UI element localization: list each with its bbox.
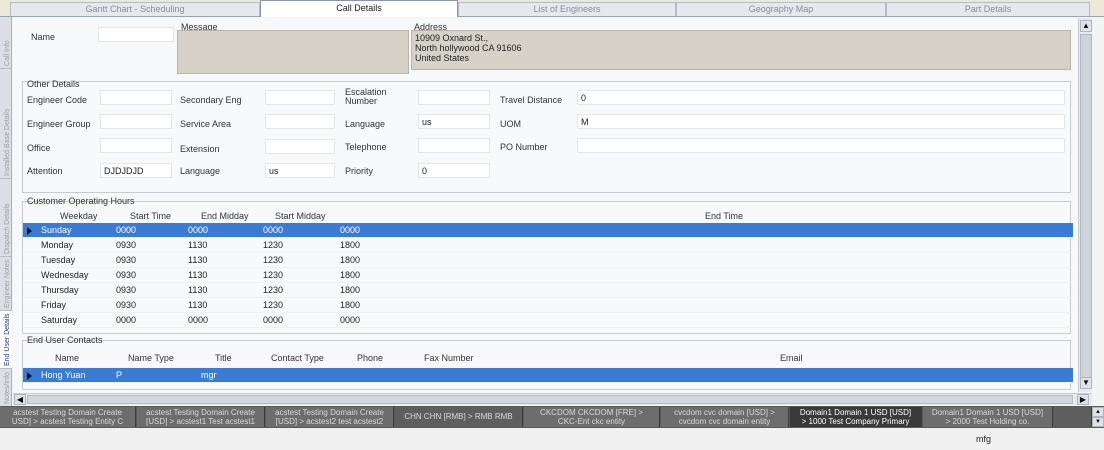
priority-field[interactable]: 0 <box>418 163 490 178</box>
domain-bar-spacer <box>1054 407 1092 427</box>
domain-scroll-up-icon[interactable]: ▲ <box>1092 407 1104 417</box>
vertical-scrollbar[interactable]: ▲ ▼ <box>1078 18 1092 392</box>
other-details-title: Other Details <box>27 79 80 89</box>
language-label: Language <box>345 119 386 129</box>
status-text: mfg <box>976 434 992 444</box>
col-weekday[interactable]: Weekday <box>60 211 97 221</box>
engineer-code-field[interactable] <box>100 90 172 105</box>
hours-row-thursday[interactable]: Thursday 0930 1130 1230 1800 <box>23 283 1073 298</box>
message-field[interactable] <box>177 30 409 74</box>
engineer-group-label: Engineer Group <box>27 119 91 129</box>
domain-button-2[interactable]: acstest Testing Domain Create [USD] > acs… <box>137 407 265 427</box>
telephone-field[interactable] <box>418 138 490 153</box>
name-label: Name <box>31 32 56 42</box>
side-tab-installed-base[interactable]: Installed Base Details <box>0 69 12 179</box>
uom-field[interactable]: M <box>577 114 1065 129</box>
office-label: Office <box>27 143 51 153</box>
hours-row-tuesday[interactable]: Tuesday 0930 1130 1230 1800 <box>23 253 1073 268</box>
scroll-right-icon[interactable]: ▶ <box>1077 394 1089 405</box>
operating-hours-title: Customer Operating Hours <box>27 196 135 206</box>
domain-button-4[interactable]: CHN CHN [RMB] > RMB RMB <box>395 407 523 427</box>
domain-button-1[interactable]: acstest Testing Domain Create USD] > acst… <box>0 407 136 427</box>
row-selector-icon <box>27 227 32 235</box>
domain-button-3[interactable]: acstest Testing Domain Create [USD] > acs… <box>266 407 394 427</box>
domain-button-7[interactable]: Domain1 Domain 1 USD [USD] > 1000 Test Co… <box>790 407 922 427</box>
call-details-panel: Name Message Address 10909 Oxnard St., N… <box>13 18 1078 404</box>
col-name-type[interactable]: Name Type <box>128 353 174 363</box>
extension-label: Extension <box>180 144 220 154</box>
address-line-2: North hollywood CA 91606 <box>415 43 522 53</box>
col-end-time[interactable]: End Time <box>705 211 743 221</box>
address-field[interactable]: 10909 Oxnard St., North hollywood CA 916… <box>411 30 1071 70</box>
address-line-1: 10909 Oxnard St., <box>415 33 489 43</box>
escalation-number-field[interactable] <box>418 90 490 105</box>
scroll-left-icon[interactable]: ◀ <box>14 394 26 405</box>
tab-geography-map[interactable]: Geography Map <box>676 2 886 16</box>
attention-label: Attention <box>27 166 63 176</box>
side-tab-end-user-details[interactable]: End User Details <box>0 311 12 369</box>
domain-bar: acstest Testing Domain Create USD] > acst… <box>0 406 1104 428</box>
uom-label: UOM <box>500 119 521 129</box>
scroll-up-icon[interactable]: ▲ <box>1080 20 1092 32</box>
secondary-eng-label: Secondary Eng <box>180 95 242 105</box>
row-selector-icon <box>27 372 32 380</box>
horizontal-scroll-thumb[interactable] <box>27 395 1073 404</box>
hours-row-saturday[interactable]: Saturday 0000 0000 0000 0000 <box>23 313 1073 328</box>
domain-button-8[interactable]: Domain1 Domain 1 USD [USD] > 2000 Test Ho… <box>923 407 1053 427</box>
tab-list-of-engineers[interactable]: List of Engineers <box>458 2 676 16</box>
travel-distance-label: Travel Distance <box>500 95 563 105</box>
service-area-field[interactable] <box>265 114 335 129</box>
scroll-thumb[interactable] <box>1080 34 1092 382</box>
telephone-label: Telephone <box>345 142 387 152</box>
engineer-group-field[interactable] <box>100 114 172 129</box>
address-line-3: United States <box>415 53 470 63</box>
status-bar: mfg <box>0 428 1104 450</box>
col-phone[interactable]: Phone <box>357 353 383 363</box>
col-end-midday[interactable]: End Midday <box>201 211 249 221</box>
domain-button-5[interactable]: CKCDOM CKCDOM [FRE] > CKC-Ent ckc entity <box>524 407 660 427</box>
language2-field[interactable]: us <box>265 163 335 178</box>
priority-label: Priority <box>345 166 374 176</box>
contact-row[interactable]: Hong Yuan P mgr <box>23 368 1073 383</box>
side-tab-bar: Call Info Installed Base Details Dispatc… <box>0 17 12 407</box>
side-tab-call-info[interactable]: Call Info <box>0 17 12 69</box>
domain-scroll-down-icon[interactable]: ▼ <box>1092 417 1104 427</box>
hours-row-friday[interactable]: Friday 0930 1130 1230 1800 <box>23 298 1073 313</box>
side-tab-engineer-notes[interactable]: Engineer Notes <box>0 257 12 311</box>
extension-field[interactable] <box>265 139 335 154</box>
language2-label: Language <box>180 166 221 176</box>
side-tab-dispatch-details[interactable]: Dispatch Details <box>0 179 12 257</box>
tab-gantt-chart[interactable]: Gantt Chart - Scheduling <box>10 2 260 16</box>
side-tab-notes[interactable]: Notes/Info <box>0 369 12 407</box>
col-start-time[interactable]: Start Time <box>130 211 171 221</box>
tab-bar: Gantt Chart - Scheduling Call Details Li… <box>0 0 1104 17</box>
po-number-label: PO Number <box>500 142 548 152</box>
hours-row-sunday[interactable]: Sunday 0000 0000 0000 0000 <box>23 223 1073 238</box>
hours-row-wednesday[interactable]: Wednesday 0930 1130 1230 1800 <box>23 268 1073 283</box>
engineer-code-label: Engineer Code <box>27 95 88 105</box>
col-email[interactable]: Email <box>780 353 803 363</box>
scroll-down-icon[interactable]: ▼ <box>1080 377 1092 389</box>
domain-button-6[interactable]: cvcdom cvc domain [USD] > cvcdom cvc doma… <box>661 407 789 427</box>
tab-part-details[interactable]: Part Details <box>886 2 1090 16</box>
office-field[interactable] <box>100 138 172 153</box>
po-number-field[interactable] <box>577 138 1065 153</box>
end-user-contacts-title: End User Contacts <box>27 335 103 345</box>
col-title[interactable]: Title <box>215 353 232 363</box>
hours-row-monday[interactable]: Monday 0930 1130 1230 1800 <box>23 238 1073 253</box>
tab-call-details[interactable]: Call Details <box>260 0 458 17</box>
col-start-midday[interactable]: Start Midday <box>275 211 326 221</box>
service-area-label: Service Area <box>180 119 232 129</box>
horizontal-scrollbar[interactable]: ◀ ▶ <box>13 393 1092 405</box>
col-contact-type[interactable]: Contact Type <box>271 353 324 363</box>
language-field[interactable]: us <box>418 114 490 129</box>
travel-distance-field[interactable]: 0 <box>577 90 1065 105</box>
secondary-eng-field[interactable] <box>265 90 335 105</box>
escalation-number-label: Escalation Number <box>345 87 387 106</box>
attention-field[interactable]: DJDJDJD <box>100 163 172 178</box>
name-field[interactable] <box>98 27 174 42</box>
col-name[interactable]: Name <box>55 353 79 363</box>
col-fax-number[interactable]: Fax Number <box>424 353 474 363</box>
